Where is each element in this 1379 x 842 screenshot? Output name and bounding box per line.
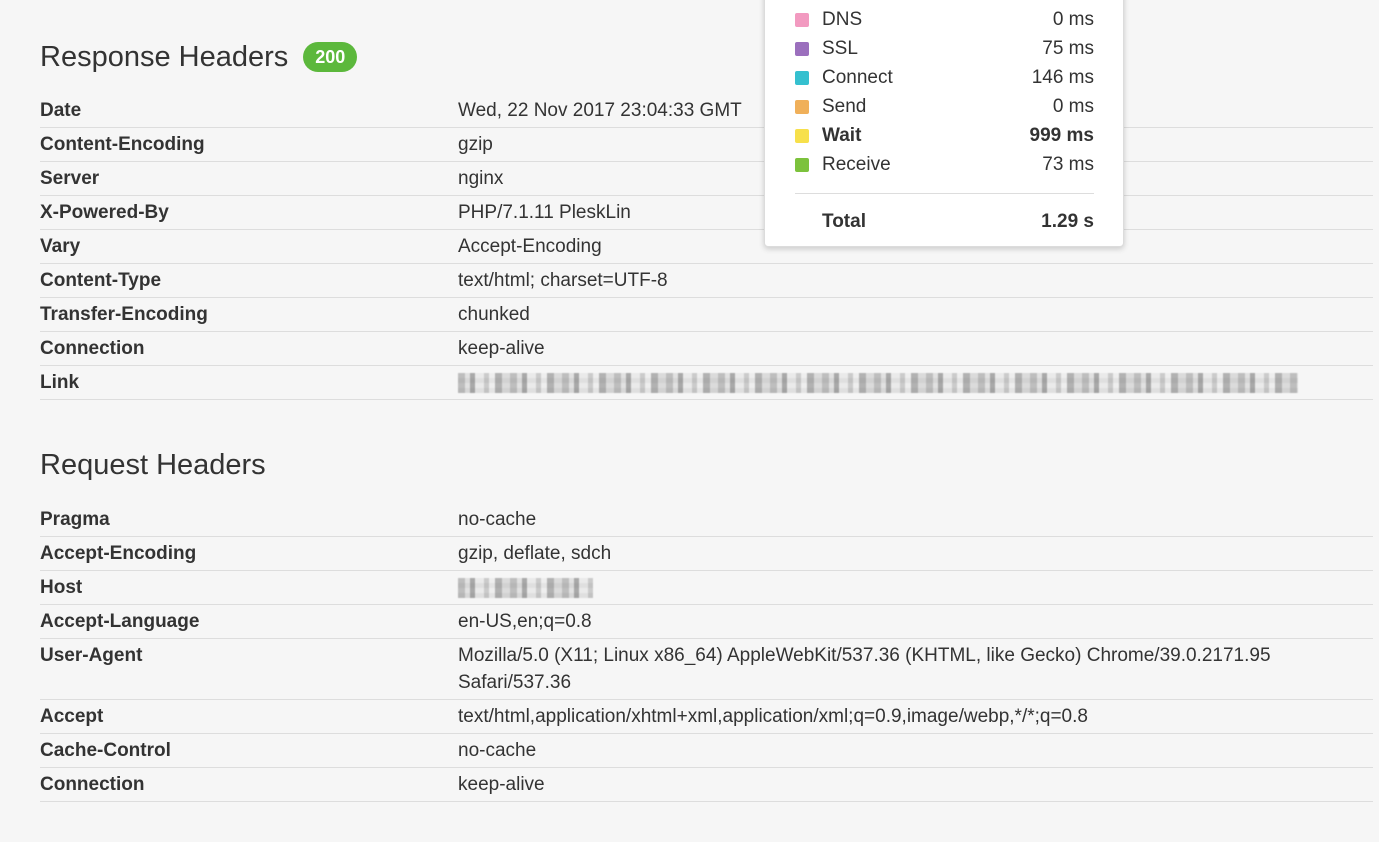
timing-label: Send [822,95,867,117]
header-value-redacted [458,570,1373,605]
header-value: keep-alive [458,767,1373,802]
timing-value: 75 ms [1042,37,1094,59]
header-key: Cache-Control [40,733,458,768]
header-key: Connection [40,767,458,802]
table-row: Content-Type text/html; charset=UTF-8 [40,263,1373,298]
response-headers-table: Date Wed, 22 Nov 2017 23:04:33 GMT Conte… [40,94,1373,400]
header-value: Mozilla/5.0 (X11; Linux x86_64) AppleWeb… [458,638,1373,700]
timing-total-row: Total 1.29 s [822,207,1094,236]
table-row: Accept-Encoding gzip, deflate, sdch [40,536,1373,571]
header-value: text/html,application/xhtml+xml,applicat… [458,699,1373,734]
header-key: Link [40,365,458,400]
timing-value: 73 ms [1042,153,1094,175]
status-badge: 200 [303,42,358,72]
total-label: Total [822,210,866,232]
timing-value: 0 ms [1052,8,1094,30]
table-row: Accept text/html,application/xhtml+xml,a… [40,699,1373,734]
header-key: User-Agent [40,638,458,700]
response-headers-title: Response Headers 200 [40,37,1373,77]
header-key: Vary [40,229,458,264]
timing-label: DNS [822,8,863,30]
timing-row-receive: Receive 73 ms [795,150,1094,179]
timing-label: Receive [822,153,891,175]
timing-label: SSL [822,37,858,59]
header-key: Accept [40,699,458,734]
table-row: Content-Encoding gzip [40,127,1373,162]
table-row: Connection keep-alive [40,331,1373,366]
header-value: no-cache [458,503,1373,537]
request-headers-section: Request Headers Pragma no-cache Accept-E… [40,445,1373,802]
table-row: Cache-Control no-cache [40,733,1373,768]
timing-row-ssl: SSL 75 ms [795,34,1094,63]
header-key: Accept-Language [40,604,458,639]
total-value: 1.29 s [1041,210,1094,232]
timing-value: 0 ms [1052,95,1094,117]
table-row: Connection keep-alive [40,767,1373,802]
header-value: chunked [458,297,1373,332]
response-headers-title-text: Response Headers [40,41,289,73]
connect-color-swatch [795,70,809,85]
table-row: Date Wed, 22 Nov 2017 23:04:33 GMT [40,94,1373,128]
request-headers-title: Request Headers [40,449,266,481]
wait-color-swatch [795,128,809,143]
header-key: X-Powered-By [40,195,458,230]
timing-label: Wait [822,124,862,146]
header-key: Server [40,161,458,196]
timing-row-connect: Connect 146 ms [795,63,1094,92]
dns-color-swatch [795,12,809,27]
timing-label: Connect [822,66,893,88]
timing-row-dns: DNS 0 ms [795,5,1094,34]
table-row: Transfer-Encoding chunked [40,297,1373,332]
timing-value: 146 ms [1031,66,1094,88]
timing-value: 999 ms [1029,124,1094,146]
receive-color-swatch [795,157,809,172]
table-row: Pragma no-cache [40,503,1373,537]
timing-row-send: Send 0 ms [795,92,1094,121]
header-key: Pragma [40,503,458,537]
table-row: Vary Accept-Encoding [40,229,1373,264]
table-row: User-Agent Mozilla/5.0 (X11; Linux x86_6… [40,638,1373,700]
table-row: Server nginx [40,161,1373,196]
timing-popover: DNS 0 ms SSL 75 ms Connect 146 ms Send 0… [764,0,1124,247]
table-row: Link [40,365,1373,400]
header-key: Transfer-Encoding [40,297,458,332]
ssl-color-swatch [795,41,809,56]
timing-divider [795,193,1094,194]
header-key: Content-Type [40,263,458,298]
table-row: Accept-Language en-US,en;q=0.8 [40,604,1373,639]
header-key: Date [40,94,458,128]
table-row: Host [40,570,1373,605]
header-value: en-US,en;q=0.8 [458,604,1373,639]
redacted-host-value [458,577,593,598]
header-value: no-cache [458,733,1373,768]
header-value-redacted [458,365,1373,400]
header-key: Accept-Encoding [40,536,458,571]
header-value: keep-alive [458,331,1373,366]
table-row: X-Powered-By PHP/7.1.11 PleskLin [40,195,1373,230]
send-color-swatch [795,99,809,114]
header-key: Connection [40,331,458,366]
request-headers-table: Pragma no-cache Accept-Encoding gzip, de… [40,503,1373,802]
response-headers-section: Response Headers 200 Date Wed, 22 Nov 20… [40,37,1373,400]
header-value: gzip, deflate, sdch [458,536,1373,571]
redacted-link-value [458,372,1298,393]
header-key: Host [40,570,458,605]
header-key: Content-Encoding [40,127,458,162]
header-value: text/html; charset=UTF-8 [458,263,1373,298]
timing-row-wait: Wait 999 ms [795,121,1094,150]
